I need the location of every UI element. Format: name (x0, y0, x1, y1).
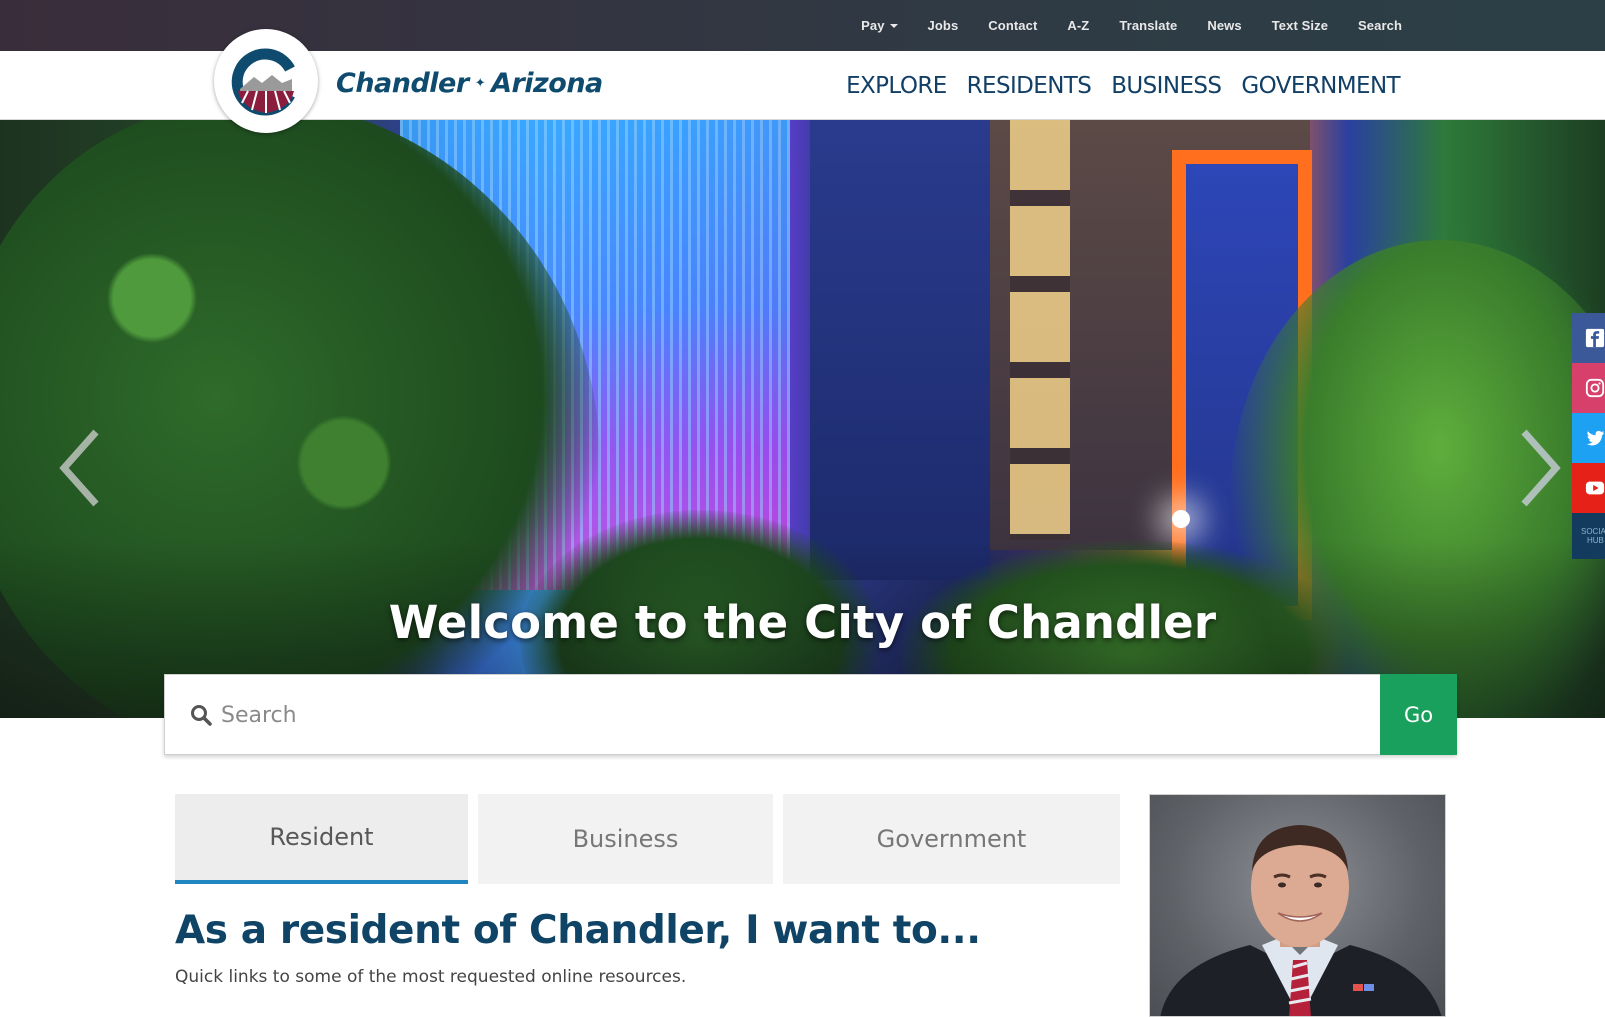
hero-building-dark (810, 120, 990, 580)
utility-link-contact[interactable]: Contact (988, 18, 1037, 33)
main-nav: EXPLORE RESIDENTS BUSINESS GOVERNMENT (846, 51, 1401, 120)
city-seal-logo[interactable] (214, 29, 318, 133)
carousel-prev-button[interactable] (58, 428, 102, 508)
main-nav-government[interactable]: GOVERNMENT (1241, 73, 1400, 99)
social-twitter-button[interactable] (1572, 413, 1605, 463)
twitter-icon (1586, 430, 1605, 446)
social-strip: SOCIAL HUB (1572, 313, 1605, 559)
search-icon (191, 705, 212, 726)
page: Pay Jobs Contact A-Z Translate News Text… (0, 0, 1605, 1017)
tab-government[interactable]: Government (783, 794, 1120, 884)
chevron-right-icon (1521, 429, 1561, 507)
audience-tabs: Resident Business Government (175, 794, 1120, 884)
youtube-icon (1585, 481, 1605, 495)
utility-link-news[interactable]: News (1207, 18, 1241, 33)
brand-name-part2: Arizona (491, 68, 603, 99)
city-seal-icon (226, 41, 306, 121)
hero-title: Welcome to the City of Chandler (388, 596, 1217, 649)
social-hub-label-line1: SOCIAL (1581, 527, 1605, 536)
search-input[interactable] (221, 691, 1321, 739)
tab-resident[interactable]: Resident (175, 794, 468, 884)
mayor-portrait-illustration (1160, 825, 1442, 1016)
main-nav-business[interactable]: BUSINESS (1111, 73, 1222, 99)
utility-link-a-z[interactable]: A-Z (1067, 18, 1089, 33)
utility-link-translate[interactable]: Translate (1119, 18, 1177, 33)
instagram-icon (1585, 378, 1605, 398)
chevron-down-icon (889, 23, 898, 28)
hero-window-column (1010, 120, 1070, 540)
social-hub-label-line2: HUB (1587, 536, 1604, 545)
tab-business[interactable]: Business (478, 794, 773, 884)
main-nav-residents[interactable]: RESIDENTS (967, 73, 1092, 99)
social-instagram-button[interactable] (1572, 363, 1605, 413)
social-hub-link[interactable]: SOCIAL HUB (1572, 513, 1605, 559)
section-heading: As a resident of Chandler, I want to... (175, 908, 981, 953)
social-facebook-button[interactable] (1572, 313, 1605, 363)
search-go-button[interactable]: Go (1380, 674, 1457, 755)
utility-link-jobs[interactable]: Jobs (928, 18, 959, 33)
mayor-portrait-photo (1149, 794, 1446, 1017)
utility-link-text-size[interactable]: Text Size (1272, 18, 1328, 33)
facebook-icon (1585, 328, 1605, 348)
utility-link-pay[interactable]: Pay (861, 18, 898, 33)
carousel-next-button[interactable] (1518, 428, 1562, 508)
brand-name-part1: Chandler (336, 68, 469, 99)
hero-street-light (1172, 510, 1190, 528)
site-search: Go (164, 674, 1457, 755)
utility-nav: Pay Jobs Contact A-Z Translate News Text… (861, 0, 1402, 51)
utility-link-search[interactable]: Search (1358, 18, 1402, 33)
utility-link-pay-label: Pay (861, 18, 885, 33)
section-subheading: Quick links to some of the most requeste… (175, 967, 687, 987)
chevron-left-icon (59, 429, 99, 507)
main-nav-explore[interactable]: EXPLORE (846, 73, 947, 99)
social-youtube-button[interactable] (1572, 463, 1605, 513)
brand-separator-icon: ✦ (474, 76, 486, 91)
brand-name[interactable]: Chandler ✦ Arizona (336, 68, 603, 99)
